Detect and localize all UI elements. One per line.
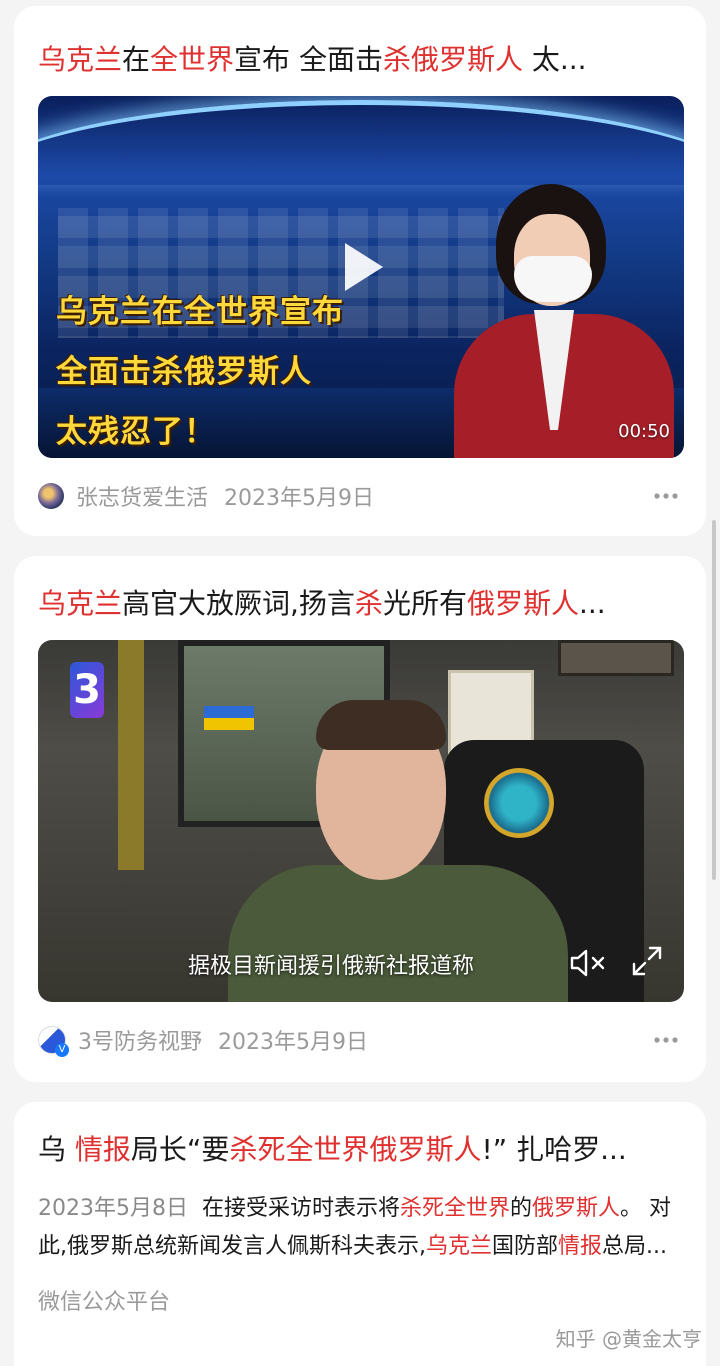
summary-date: 2023年5月8日	[38, 1196, 188, 1221]
video-caption-line: 乌克兰在全世界宣布	[56, 294, 344, 330]
highlight-keyword: 乌克兰	[38, 587, 123, 620]
text-segment: 在	[122, 43, 151, 76]
news-anchor-figure	[454, 178, 674, 458]
text-segment: 太...	[522, 43, 587, 76]
video-player[interactable]: 乌克兰在全世界宣布 全面击杀俄罗斯人 太残忍了！ 00:50	[38, 96, 684, 458]
source-name[interactable]: 微信公众平台	[38, 1284, 682, 1316]
highlight-keyword: 俄罗斯人	[532, 1196, 621, 1221]
text-segment: 总局...	[602, 1234, 668, 1259]
verified-icon: V	[55, 1043, 69, 1057]
result-title[interactable]: 乌 情报局长“要杀死全世界俄罗斯人!” 扎哈罗...	[38, 1130, 682, 1170]
result-meta: 张志货爱生活 2023年5月9日	[38, 476, 682, 516]
more-dots-icon[interactable]	[652, 482, 680, 510]
video-caption-line: 太残忍了！	[56, 414, 216, 450]
more-dots-icon[interactable]	[652, 1026, 680, 1054]
author-name[interactable]: 3号防务视野	[78, 1024, 202, 1056]
video-player[interactable]: 3 据极目新闻援引俄新社报道称	[38, 640, 684, 1002]
avatar[interactable]	[38, 483, 64, 509]
text-segment: 国防部	[492, 1234, 559, 1259]
text-segment: ...	[578, 587, 606, 620]
highlight-keyword: 乌克兰	[38, 43, 123, 76]
scrollbar[interactable]	[712, 520, 716, 880]
publish-date: 2023年5月9日	[218, 1030, 368, 1055]
text-segment: !” 扎哈罗...	[481, 1133, 627, 1166]
highlight-keyword: 杀俄罗斯人	[382, 43, 523, 76]
fullscreen-icon[interactable]	[630, 944, 664, 978]
text-segment: 在接受采访时表示将	[201, 1196, 400, 1221]
result-title[interactable]: 乌克兰在全世界宣布 全面击杀俄罗斯人 太...	[38, 40, 682, 80]
highlight-keyword: 俄罗斯人	[466, 587, 579, 620]
channel-logo: 3	[70, 662, 104, 718]
watermark: 知乎 @黄金太亨	[555, 1327, 702, 1351]
highlight-keyword: 情报	[74, 1133, 131, 1166]
result-meta: V 3号防务视野 2023年5月9日	[38, 1020, 682, 1060]
text-segment: 乌	[38, 1133, 75, 1166]
video-duration: 00:50	[618, 421, 670, 442]
text-segment: 局长“要	[130, 1133, 230, 1166]
play-icon[interactable]	[331, 237, 391, 297]
text-segment: 的	[510, 1196, 533, 1221]
author-name[interactable]: 张志货爱生活	[76, 480, 208, 512]
video-caption-line: 全面击杀俄罗斯人	[56, 354, 312, 390]
text-segment: 高官大放厥词,扬言	[122, 587, 355, 620]
publish-date: 2023年5月9日	[224, 486, 374, 511]
video-subtitle: 据极目新闻援引俄新社报道称	[188, 954, 475, 979]
text-segment: 光所有	[382, 587, 467, 620]
highlight-keyword: 杀死全世界俄罗斯人	[229, 1133, 482, 1166]
highlight-keyword: 杀死全世界	[400, 1196, 511, 1221]
result-card[interactable]: 乌克兰在全世界宣布 全面击杀俄罗斯人 太... 乌克兰在全世界宣布 全面击杀俄罗…	[14, 6, 706, 536]
result-title[interactable]: 乌克兰高官大放厥词,扬言杀光所有俄罗斯人...	[38, 584, 682, 624]
search-results-feed: 乌克兰在全世界宣布 全面击杀俄罗斯人 太... 乌克兰在全世界宣布 全面击杀俄罗…	[0, 0, 720, 1366]
result-summary[interactable]: 2023年5月8日 在接受采访时表示将杀死全世界的俄罗斯人。 对此,俄罗斯总统新闻…	[38, 1190, 682, 1266]
highlight-keyword: 杀	[354, 587, 383, 620]
highlight-keyword: 乌克兰	[426, 1234, 493, 1259]
result-card[interactable]: 乌克兰高官大放厥词,扬言杀光所有俄罗斯人... 3 据极目新闻援引俄新社报道称	[14, 556, 706, 1082]
highlight-keyword: 全世界	[150, 43, 235, 76]
avatar[interactable]: V	[38, 1026, 69, 1057]
mute-icon[interactable]	[568, 946, 608, 980]
highlight-keyword: 情报	[558, 1234, 603, 1259]
emblem-icon	[484, 768, 554, 838]
text-segment: 宣布 全面击	[234, 43, 383, 76]
